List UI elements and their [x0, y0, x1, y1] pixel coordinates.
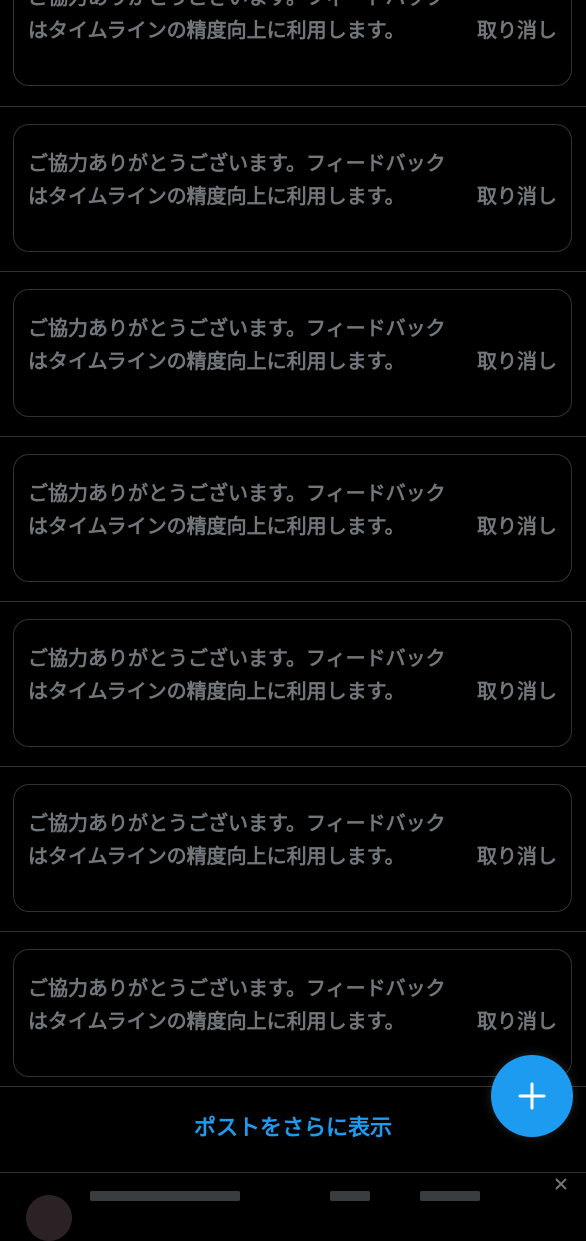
- feedback-message: ご協力ありがとうございます。フィードバックはタイムラインの精度向上に利用します。: [28, 316, 446, 373]
- peek-content: [90, 1185, 560, 1201]
- feedback-message: ご協力ありがとうございます。フィードバックはタイムラインの精度向上に利用します。: [28, 646, 446, 703]
- undo-button[interactable]: 取り消し: [477, 14, 557, 47]
- compose-post-button[interactable]: [491, 1055, 573, 1137]
- separator: [0, 106, 586, 107]
- separator: [0, 931, 586, 932]
- feedback-card: ご協力ありがとうございます。フィードバックはタイムラインの精度向上に利用します。…: [13, 124, 572, 252]
- separator: [0, 436, 586, 437]
- feedback-card: ご協力ありがとうございます。フィードバックはタイムラインの精度向上に利用します。…: [13, 784, 572, 912]
- feedback-message: ご協力ありがとうございます。フィードバックはタイムラインの精度向上に利用します。: [28, 151, 446, 208]
- feedback-card: ご協力ありがとうございます。フィードバックはタイムラインの精度向上に利用します。…: [13, 0, 572, 86]
- separator: [0, 766, 586, 767]
- separator: [0, 601, 586, 602]
- undo-button[interactable]: 取り消し: [477, 840, 557, 873]
- undo-button[interactable]: 取り消し: [477, 510, 557, 543]
- separator: [0, 271, 586, 272]
- next-post-peek[interactable]: [0, 1172, 586, 1241]
- plus-icon: [518, 1082, 546, 1110]
- close-icon[interactable]: [554, 1177, 568, 1191]
- feedback-card: ご協力ありがとうございます。フィードバックはタイムラインの精度向上に利用します。…: [13, 619, 572, 747]
- feedback-message: ご協力ありがとうございます。フィードバックはタイムラインの精度向上に利用します。: [28, 481, 446, 538]
- feedback-message: ご協力ありがとうございます。フィードバックはタイムラインの精度向上に利用します。: [28, 0, 446, 42]
- feedback-card: ご協力ありがとうございます。フィードバックはタイムラインの精度向上に利用します。…: [13, 289, 572, 417]
- feedback-message: ご協力ありがとうございます。フィードバックはタイムラインの精度向上に利用します。: [28, 976, 446, 1033]
- feedback-card: ご協力ありがとうございます。フィードバックはタイムラインの精度向上に利用します。…: [13, 454, 572, 582]
- undo-button[interactable]: 取り消し: [477, 1005, 557, 1038]
- feedback-message: ご協力ありがとうございます。フィードバックはタイムラインの精度向上に利用します。: [28, 811, 446, 868]
- avatar[interactable]: [26, 1195, 72, 1241]
- undo-button[interactable]: 取り消し: [477, 675, 557, 708]
- feedback-card: ご協力ありがとうございます。フィードバックはタイムラインの精度向上に利用します。…: [13, 949, 572, 1077]
- undo-button[interactable]: 取り消し: [477, 345, 557, 378]
- undo-button[interactable]: 取り消し: [477, 180, 557, 213]
